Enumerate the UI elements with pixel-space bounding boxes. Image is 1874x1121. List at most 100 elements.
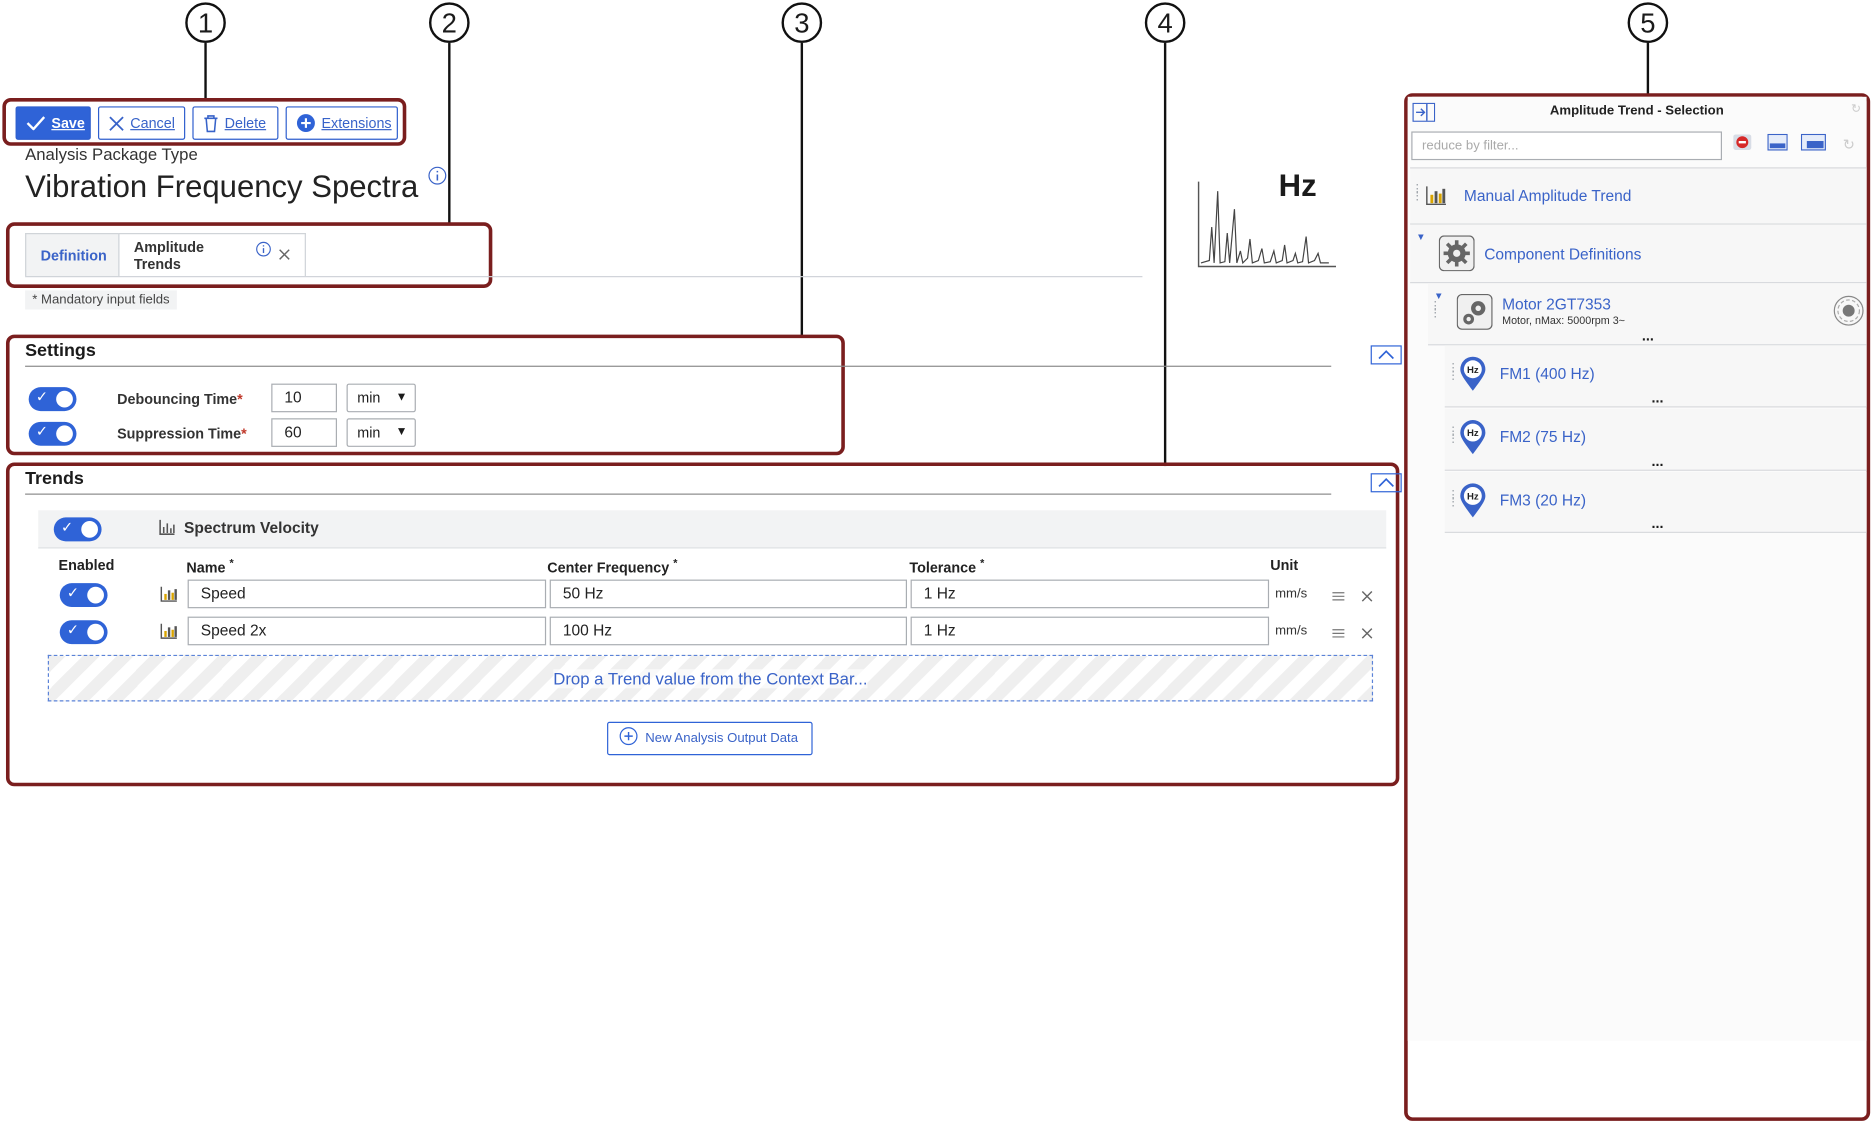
debouncing-label: Debouncing Time* [117, 390, 243, 408]
info-icon[interactable] [256, 241, 272, 260]
trend-row-1-center-frequency[interactable]: 50 Hz [549, 579, 908, 609]
context-filter-input[interactable]: reduce by filter... [1411, 131, 1722, 161]
context-item-label: FM1 (400 Hz) [1499, 364, 1595, 383]
context-item-label: Component Definitions [1484, 244, 1642, 263]
debouncing-unit-value: min [357, 389, 381, 407]
delete-button[interactable]: Delete [192, 106, 279, 140]
more-ellipsis[interactable]: ... [1651, 390, 1663, 407]
remove-row-icon[interactable] [1361, 624, 1373, 646]
context-filter-placeholder: reduce by filter... [1422, 138, 1519, 153]
trends-collapse-button[interactable] [1370, 473, 1402, 493]
trend-row-2-tolerance[interactable]: 1 Hz [910, 616, 1270, 646]
package-type-label: Analysis Package Type [25, 144, 198, 164]
trend-row-2-name[interactable]: Speed 2x [187, 616, 547, 646]
gears-icon [1456, 293, 1493, 336]
more-ellipsis[interactable]: ... [1642, 327, 1654, 344]
chevron-down-icon: ▼ [395, 425, 408, 439]
drop-zone-text: Drop a Trend value from the Context Bar.… [553, 668, 868, 688]
expand-triangle-icon[interactable]: ▼ [1416, 232, 1425, 243]
drag-handle-icon[interactable]: ⋮ ⋮ [1447, 489, 1459, 508]
debouncing-value-input[interactable]: 10 [271, 383, 337, 413]
callout-2: 2 [429, 2, 470, 44]
list-icon[interactable] [1331, 624, 1345, 646]
close-icon [109, 115, 125, 131]
callout-4: 4 [1144, 2, 1186, 44]
save-button[interactable]: Save [15, 106, 91, 140]
chevron-up-icon [1378, 478, 1394, 487]
debouncing-unit-select[interactable]: min ▼ [346, 383, 416, 413]
svg-text:Hz: Hz [1467, 365, 1479, 376]
check-icon [26, 116, 46, 131]
context-item-label: Manual Amplitude Trend [1463, 186, 1632, 205]
col-tolerance: Tolerance * [909, 556, 985, 576]
extensions-button[interactable]: Extensions [285, 106, 398, 140]
collapse-all-icon[interactable] [1767, 133, 1788, 157]
callout-1: 1 [185, 2, 226, 44]
extensions-button-label: Extensions [321, 114, 392, 132]
callout-line-2 [448, 43, 451, 225]
col-center-frequency: Center Frequency * [547, 556, 678, 576]
trend-row-2-center-frequency[interactable]: 100 Hz [549, 616, 908, 646]
tab-definition-label: Definition [40, 246, 107, 264]
trend-row-2-unit: mm/s [1275, 623, 1308, 639]
plus-circle-icon [296, 114, 315, 133]
spectrum-group-toggle[interactable]: ✓ [53, 517, 102, 542]
callout-5: 5 [1627, 2, 1669, 44]
panel-pin-icon[interactable]: ↻ [1851, 103, 1861, 116]
refresh-icon[interactable]: ↻ [1843, 136, 1855, 153]
debouncing-toggle[interactable]: ✓ [28, 387, 77, 412]
context-panel-title: Amplitude Trend - Selection [1549, 103, 1724, 119]
trend-row-1-tolerance[interactable]: 1 Hz [910, 579, 1270, 609]
suppression-toggle[interactable]: ✓ [28, 421, 77, 446]
remove-row-icon[interactable] [1361, 587, 1373, 609]
more-ellipsis[interactable]: ... [1651, 453, 1663, 470]
new-analysis-output-button[interactable]: New Analysis Output Data [607, 721, 813, 756]
chevron-down-icon: ▼ [395, 390, 408, 404]
drag-handle-icon[interactable]: ⋮ ⋮ [1447, 363, 1459, 382]
bar-chart-icon [160, 586, 178, 609]
trend-row-1-name[interactable]: Speed [187, 579, 547, 609]
trend-drop-zone[interactable]: Drop a Trend value from the Context Bar.… [47, 654, 1374, 702]
gear-icon [1438, 235, 1475, 277]
more-ellipsis[interactable]: ... [1651, 515, 1663, 532]
drag-handle-icon[interactable]: ⋮ ⋮ [1429, 301, 1441, 320]
suppression-unit-select[interactable]: min ▼ [346, 418, 416, 447]
tab-definition[interactable]: Definition [25, 233, 120, 277]
trends-title: Trends [25, 468, 84, 489]
drag-handle-icon[interactable]: ⋮ ⋮ [1411, 183, 1423, 202]
cancel-button[interactable]: Cancel [97, 106, 186, 140]
expand-all-icon[interactable] [1800, 133, 1826, 157]
close-tab-icon[interactable] [278, 247, 290, 264]
hz-pin-icon: Hz [1459, 356, 1486, 398]
cancel-button-label: Cancel [130, 114, 175, 132]
trends-divider [25, 493, 1332, 495]
svg-text:Hz: Hz [1467, 492, 1479, 503]
save-button-label: Save [51, 114, 85, 132]
clear-filter-icon[interactable] [1733, 134, 1752, 157]
callout-line-3 [800, 43, 804, 337]
tab-amplitude-trends[interactable]: Amplitude Trends [118, 233, 306, 277]
info-icon[interactable] [428, 166, 447, 191]
drag-handle-icon[interactable]: ⋮ ⋮ [1447, 426, 1459, 445]
trend-row-1-unit: mm/s [1275, 586, 1308, 602]
list-icon[interactable] [1331, 587, 1345, 609]
context-item-label: FM3 (20 Hz) [1499, 491, 1587, 510]
col-unit: Unit [1270, 556, 1299, 574]
settings-divider [25, 365, 1332, 367]
bar-chart-icon [160, 623, 178, 646]
context-item-sublabel: Motor, nMax: 5000rpm 3~ [1502, 314, 1625, 327]
suppression-label: Suppression Time* [117, 425, 247, 443]
spectrum-group-label: Spectrum Velocity [184, 518, 319, 537]
suppression-value-input[interactable]: 60 [271, 418, 337, 447]
trend-row-2-toggle[interactable]: ✓ [59, 620, 108, 645]
svg-text:Hz: Hz [1467, 428, 1479, 439]
delete-button-label: Delete [224, 114, 267, 132]
col-name: Name * [186, 556, 234, 576]
hz-pin-icon: Hz [1459, 483, 1486, 525]
chevron-up-icon [1378, 350, 1394, 360]
page-title: Vibration Frequency Spectra [25, 168, 419, 205]
plus-circle-icon [619, 726, 638, 751]
settings-collapse-button[interactable] [1370, 345, 1402, 365]
trend-row-1-toggle[interactable]: ✓ [59, 583, 108, 608]
panel-dock-icon[interactable] [1412, 102, 1436, 128]
